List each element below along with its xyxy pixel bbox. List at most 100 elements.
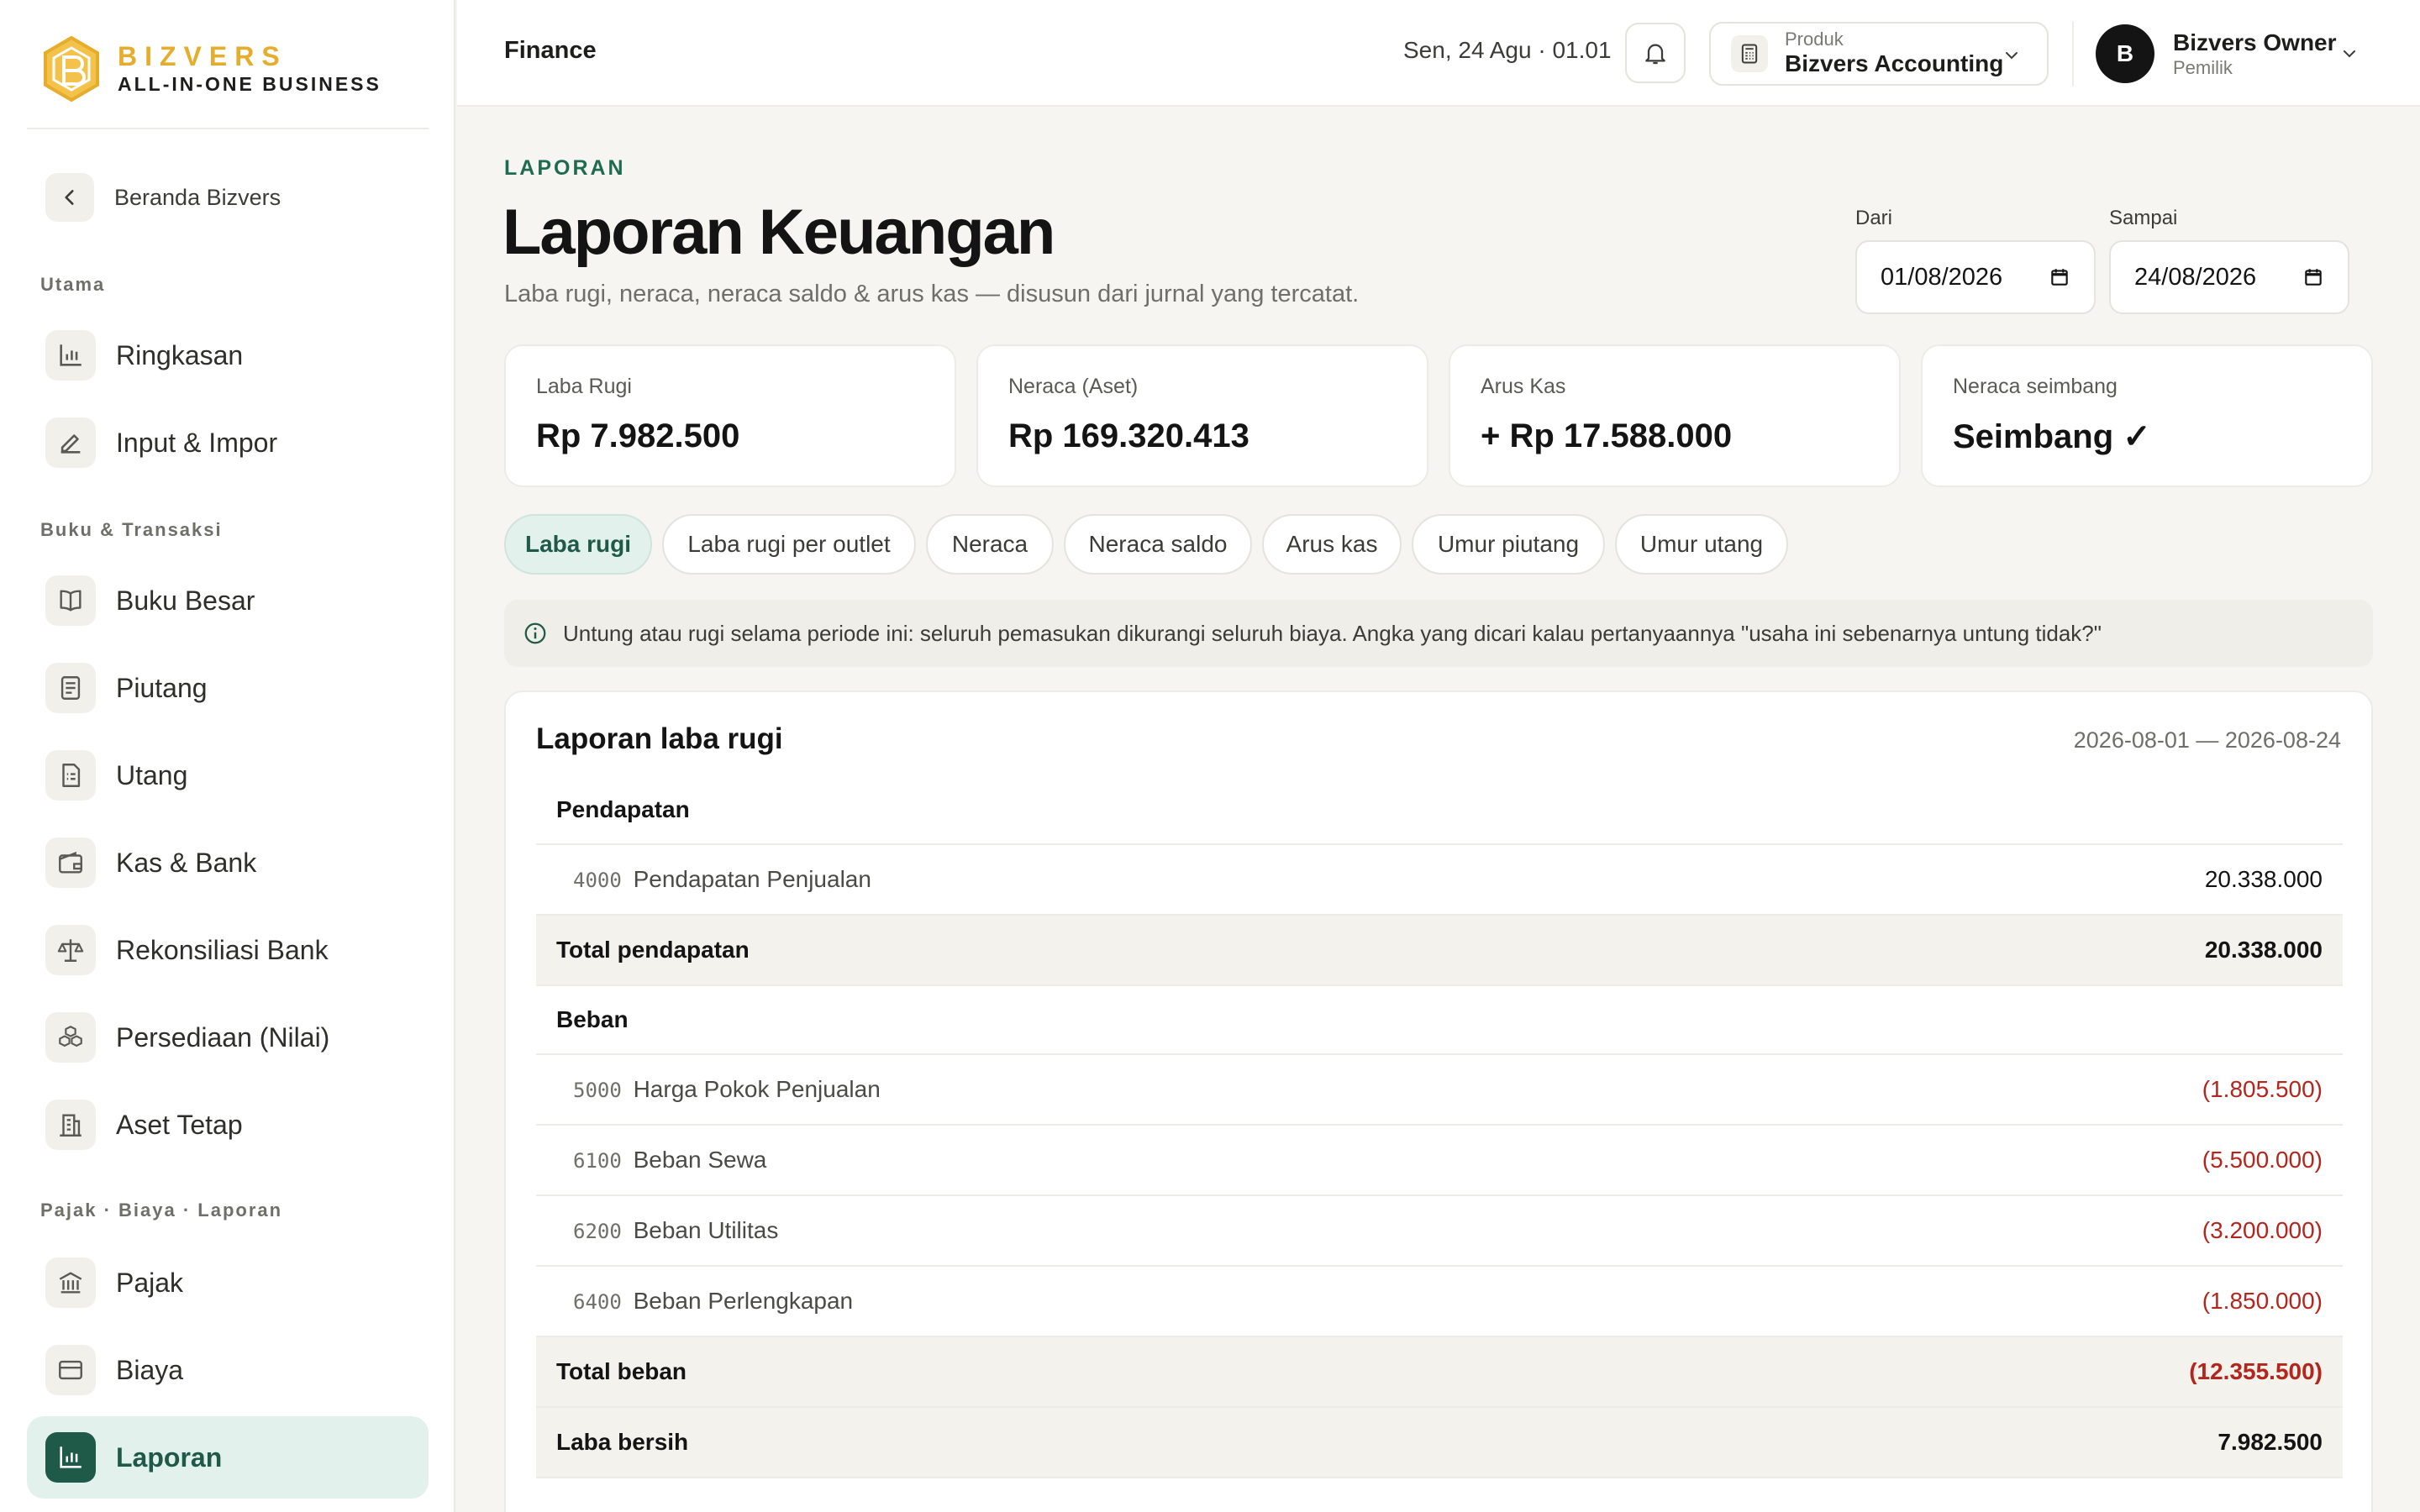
sidebar-item-label: Kas & Bank — [116, 847, 257, 878]
product-text: Produk Bizvers Accounting — [1785, 29, 2003, 78]
notifications-button[interactable] — [1625, 23, 1686, 83]
user-text: Bizvers Owner Pemilik — [2173, 29, 2337, 79]
total-amount: (12.355.500) — [2189, 1358, 2323, 1384]
net-income-label: Laba bersih — [556, 1429, 689, 1455]
calculator-icon — [1731, 35, 1768, 72]
topbar-title: Finance — [504, 37, 597, 64]
bizvers-logo-icon — [44, 35, 99, 102]
account-code: 6100 — [573, 1149, 622, 1173]
total-label: Total beban — [556, 1358, 687, 1384]
bar-chart-icon — [45, 1432, 96, 1483]
wallet-icon — [45, 837, 96, 888]
table-row: 6100 Beban Sewa (5.500.000) — [536, 1126, 2343, 1196]
sidebar-item-kas-bank[interactable]: Kas & Bank — [27, 822, 429, 904]
date-to-label: Sampai — [2109, 207, 2178, 229]
stat-value: Rp 7.982.500 — [536, 417, 740, 454]
scale-icon — [45, 925, 96, 975]
account-amount: (3.200.000) — [2202, 1217, 2323, 1243]
account-code: 6400 — [573, 1290, 622, 1314]
tab-laba-rugi[interactable]: Laba rugi — [504, 514, 652, 575]
date-to-input[interactable]: 24/08/2026 — [2109, 240, 2349, 314]
page-title: Laporan Keuangan — [502, 197, 1055, 268]
avatar: B — [2096, 24, 2154, 83]
sidebar-item-buku-besar[interactable]: Buku Besar — [27, 559, 429, 642]
sidebar-item-label: Rekonsiliasi Bank — [116, 934, 329, 965]
bar-chart-icon — [45, 330, 96, 381]
sidebar-item-biaya[interactable]: Biaya — [27, 1329, 429, 1411]
sidebar: BIZVERS ALL-IN-ONE BUSINESS Beranda Bizv… — [0, 0, 455, 1512]
section-heading: Beban — [556, 1006, 629, 1032]
sidebar-item-label: Utang — [116, 759, 188, 790]
date-to-field: Sampai 24/08/2026 — [2109, 207, 2349, 314]
section-label-utama: Utama — [40, 274, 106, 295]
brand-logo[interactable]: BIZVERS ALL-IN-ONE BUSINESS — [42, 35, 381, 102]
account-amount: 20.338.000 — [2204, 866, 2323, 892]
tab-neraca-saldo[interactable]: Neraca saldo — [1064, 514, 1252, 575]
stat-card-neraca: Neraca (Aset) Rp 169.320.413 — [976, 344, 1428, 487]
report-table: Pendapatan 4000 Pendapatan Penjualan 20.… — [536, 776, 2343, 1478]
account-cell: 6400 Beban Perlengkapan — [556, 1288, 853, 1315]
sidebar-item-pajak[interactable]: Pajak — [27, 1242, 429, 1324]
sidebar-item-utang[interactable]: Utang — [27, 734, 429, 816]
brand-name: BIZVERS — [118, 41, 287, 71]
total-row-pendapatan: Total pendapatan 20.338.000 — [536, 916, 2343, 986]
sidebar-item-persediaan[interactable]: Persediaan (Nilai) — [27, 996, 429, 1079]
section-heading: Pendapatan — [556, 796, 690, 822]
calendar-icon[interactable] — [2049, 266, 2070, 288]
tab-umur-utang[interactable]: Umur utang — [1615, 514, 1788, 575]
date-from-input[interactable]: 01/08/2026 — [1855, 240, 2096, 314]
income-statement-card: Laporan laba rugi 2026-08-01 — 2026-08-2… — [504, 690, 2373, 1512]
sidebar-item-piutang[interactable]: Piutang — [27, 647, 429, 729]
credit-card-icon — [45, 1345, 96, 1395]
topbar: Finance Sen, 24 Agu · 01.01 Produk Bizve… — [457, 0, 2420, 107]
section-label-buku: Buku & Transaksi — [40, 519, 223, 540]
table-row: 5000 Harga Pokok Penjualan (1.805.500) — [536, 1055, 2343, 1126]
sidebar-item-ringkasan[interactable]: Ringkasan — [27, 314, 429, 396]
section-row-beban: Beban — [536, 986, 2343, 1055]
tab-neraca[interactable]: Neraca — [926, 514, 1054, 575]
user-name: Bizvers Owner — [2173, 29, 2337, 55]
sidebar-item-rekonsiliasi[interactable]: Rekonsiliasi Bank — [27, 909, 429, 991]
pencil-icon — [45, 417, 96, 468]
building-icon — [45, 1100, 96, 1150]
calendar-icon[interactable] — [2302, 266, 2324, 288]
account-cell: 4000 Pendapatan Penjualan — [556, 866, 871, 893]
info-banner: Untung atau rugi selama periode ini: sel… — [504, 600, 2373, 667]
brand-tagline: ALL-IN-ONE BUSINESS — [118, 73, 381, 95]
tab-laba-rugi-per-outlet[interactable]: Laba rugi per outlet — [662, 514, 916, 575]
bank-icon — [45, 1257, 96, 1308]
sidebar-item-aset-tetap[interactable]: Aset Tetap — [27, 1084, 429, 1166]
report-title: Laporan laba rugi — [536, 722, 783, 755]
report-date-range: 2026-08-01 — 2026-08-24 — [2073, 727, 2341, 753]
stat-label: Laba Rugi — [536, 375, 632, 398]
sidebar-item-laporan[interactable]: Laporan — [27, 1416, 429, 1499]
sidebar-item-input[interactable]: Input & Impor — [27, 402, 429, 484]
product-selector[interactable]: Produk Bizvers Accounting — [1709, 22, 2049, 86]
account-code: 5000 — [573, 1079, 622, 1102]
account-name: Pendapatan Penjualan — [633, 866, 871, 892]
sidebar-item-label: Persediaan (Nilai) — [116, 1021, 330, 1053]
back-to-home-link[interactable]: Beranda Bizvers — [27, 168, 429, 227]
page-eyebrow: LAPORAN — [504, 156, 626, 180]
stat-value: Seimbang ✓ — [1953, 418, 2151, 455]
account-name: Beban Perlengkapan — [633, 1288, 854, 1314]
info-icon — [524, 622, 546, 644]
tab-arus-kas[interactable]: Arus kas — [1262, 514, 1402, 575]
account-amount: (1.805.500) — [2202, 1076, 2323, 1102]
stat-card-neraca-seimbang: Neraca seimbang Seimbang ✓ — [1921, 344, 2373, 487]
sidebar-item-label: Pajak — [116, 1267, 184, 1298]
stat-card-laba-rugi: Laba Rugi Rp 7.982.500 — [504, 344, 956, 487]
table-row: 4000 Pendapatan Penjualan 20.338.000 — [536, 845, 2343, 916]
brand-text: BIZVERS ALL-IN-ONE BUSINESS — [118, 41, 381, 97]
tab-umur-piutang[interactable]: Umur piutang — [1412, 514, 1605, 575]
net-income-amount: 7.982.500 — [2217, 1429, 2323, 1455]
back-label: Beranda Bizvers — [114, 184, 281, 210]
sidebar-item-label: Input & Impor — [116, 427, 278, 458]
date-to-value: 24/08/2026 — [2134, 263, 2257, 291]
sidebar-item-label: Ringkasan — [116, 339, 244, 370]
stat-label: Arus Kas — [1481, 375, 1566, 398]
bell-icon — [1645, 44, 1665, 65]
chevron-down-icon[interactable] — [2339, 44, 2360, 64]
user-menu[interactable]: B Bizvers Owner Pemilik — [2096, 24, 2337, 84]
sidebar-item-label: Laporan — [116, 1441, 223, 1473]
